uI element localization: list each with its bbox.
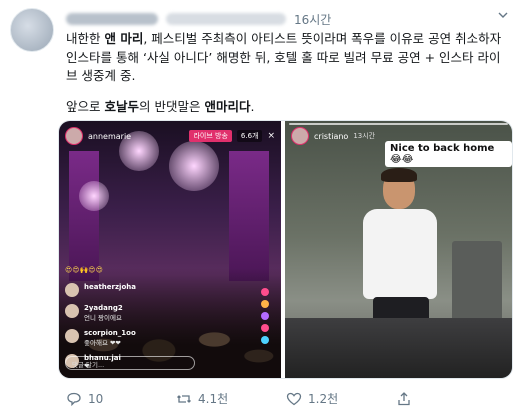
blurred-display-name[interactable] <box>66 13 158 25</box>
chevron-down-icon[interactable] <box>498 10 508 20</box>
tweet-media[interactable]: annemarie 라이브 방송 6.6개 × 😍😍🙌😍😍 heatherzjo… <box>58 120 513 379</box>
comment-text: 좋아해요 ❤❤ <box>84 339 121 347</box>
share-button[interactable] <box>396 391 506 407</box>
highlighted-name: 앤마리다 <box>204 98 251 114</box>
floating-hearts <box>261 288 273 348</box>
list-item: scorpion_1oo 좋아해요 ❤❤ <box>65 329 215 347</box>
ig-username: annemarie <box>88 131 132 141</box>
heart-icon <box>286 392 302 405</box>
reply-icon <box>67 392 81 406</box>
treadmill <box>285 318 512 378</box>
list-item: 2yadang2 언니 짱이에요 <box>65 304 215 322</box>
viewer-count: 6.6개 <box>236 130 263 142</box>
text-run: 앞으로 <box>66 98 105 114</box>
reply-button[interactable]: 10 <box>66 391 176 407</box>
close-icon: × <box>267 131 276 141</box>
tweet-timestamp[interactable]: 16시간 <box>294 11 331 28</box>
comment-user: scorpion_1oo <box>84 329 136 337</box>
comment-user: heatherzjoha <box>84 283 136 291</box>
avatar <box>65 304 79 318</box>
avatar[interactable] <box>10 8 54 52</box>
tweet-actions: 10 4.1천 1.2천 <box>66 390 506 407</box>
highlighted-name: 호날두 <box>104 98 139 114</box>
list-item: heatherzjoha <box>65 283 215 297</box>
text-run: 내한한 <box>66 31 105 46</box>
ig-avatar <box>291 127 310 145</box>
retweet-button[interactable]: 4.1천 <box>176 390 286 407</box>
comment-user: 2yadang2 <box>84 304 123 312</box>
instagram-live-screenshot[interactable]: annemarie 라이브 방송 6.6개 × 😍😍🙌😍😍 heatherzjo… <box>59 121 282 378</box>
text-run: 의 반댓말은 <box>139 98 205 114</box>
story-caption: Nice to back home 😂😂 <box>385 141 512 167</box>
like-count: 1.2천 <box>308 392 339 406</box>
story-progress <box>289 123 508 125</box>
avatar <box>65 329 79 343</box>
retweet-count: 4.1천 <box>198 392 229 406</box>
ig-avatar <box>65 127 83 145</box>
tweet-text-paragraph-1: 내한한 앤 마리, 페스티벌 주최측이 아티스트 뜻이라며 폭우를 이유로 공연… <box>66 30 510 86</box>
share-icon <box>398 391 410 405</box>
live-badge: 라이브 방송 <box>189 130 232 142</box>
instagram-story-screenshot[interactable]: cristiano 13시간 Nice to back home 😂😂 <box>285 121 512 378</box>
reply-count: 10 <box>88 391 104 406</box>
story-time: 13시간 <box>353 132 376 140</box>
highlighted-name: 앤 마리 <box>104 31 144 46</box>
like-button[interactable]: 1.2천 <box>286 390 396 407</box>
avatar <box>65 283 79 297</box>
ig-username: cristiano <box>314 131 349 141</box>
comment-text: 언니 짱이에요 <box>84 314 122 322</box>
comment-input: 댓글 달기... <box>65 356 195 370</box>
emoji-reactions: 😍😍🙌😍😍 <box>65 266 103 274</box>
tweet-header: 16시간 <box>66 9 331 29</box>
gym-machine <box>452 241 502 321</box>
live-comments: 😍😍🙌😍😍 heatherzjoha 2yadang2 언니 짱이에요 scor… <box>65 266 215 370</box>
retweet-icon <box>177 394 191 403</box>
tweet-text: 내한한 앤 마리, 페스티벌 주최측이 아티스트 뜻이라며 폭우를 이유로 공연… <box>66 30 510 116</box>
text-run: . <box>250 98 255 114</box>
blurred-handle <box>166 13 286 25</box>
tweet-text-paragraph-2: 앞으로 호날두의 반댓말은 앤마리다. <box>66 98 510 117</box>
